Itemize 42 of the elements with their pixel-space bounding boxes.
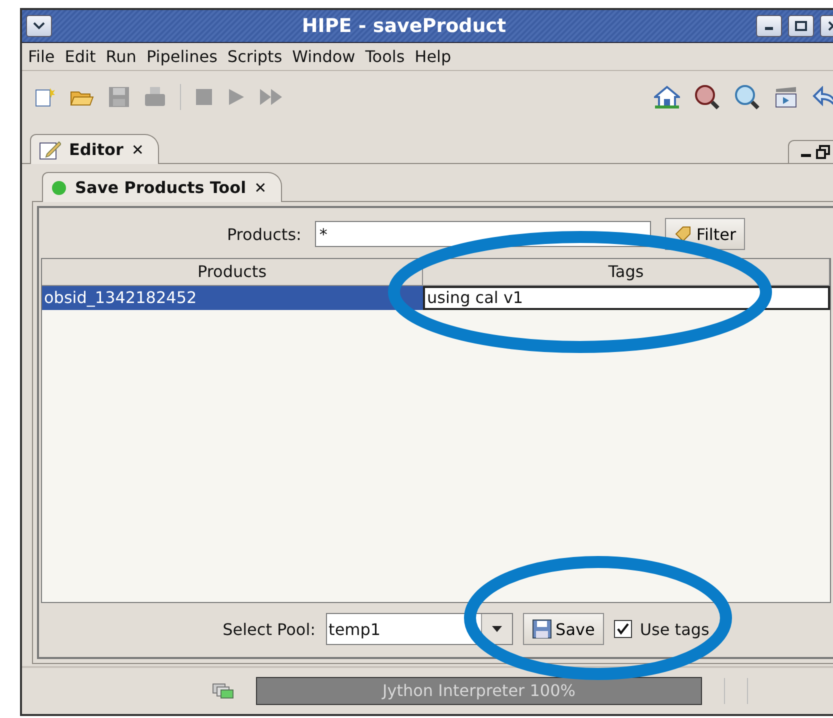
menu-item[interactable]: Scripts: [227, 47, 282, 66]
house-icon[interactable]: [654, 85, 680, 109]
menu-item[interactable]: Pipelines: [146, 47, 218, 66]
table-cell[interactable]: using cal v1: [423, 286, 830, 310]
magnifier-icon[interactable]: [694, 84, 720, 110]
menu-item[interactable]: Edit: [64, 47, 96, 66]
minimize-button[interactable]: [756, 15, 782, 37]
caret-icon: [33, 22, 45, 30]
new-file-icon[interactable]: [34, 86, 56, 108]
pool-label: Select Pool:: [222, 620, 316, 638]
status-dot-icon: [51, 180, 67, 196]
tab-label: Editor: [69, 140, 124, 159]
undo-icon[interactable]: [812, 86, 833, 108]
pool-dropdown[interactable]: temp1: [326, 613, 513, 645]
window-title: HIPE - saveProduct: [300, 15, 508, 37]
editor-tab[interactable]: Editor ✕: [30, 134, 159, 164]
menu-item[interactable]: Window: [292, 47, 356, 66]
use-tags-checkbox[interactable]: [614, 620, 632, 638]
menu-item[interactable]: Help: [414, 47, 452, 66]
tool-tab[interactable]: Save Products Tool ✕: [42, 172, 282, 202]
tab-label: Save Products Tool: [75, 178, 246, 197]
caret-icon: [492, 626, 502, 632]
close-icon[interactable]: ✕: [131, 140, 144, 158]
clapperboard-icon[interactable]: [774, 86, 798, 108]
tag-icon: [674, 226, 692, 242]
window-menu-button[interactable]: [26, 15, 52, 37]
edit-icon: [39, 138, 61, 160]
products-label: Products:: [226, 224, 302, 244]
maximize-icon: [795, 21, 807, 31]
menu-item[interactable]: File: [28, 47, 55, 66]
progress-text: Jython Interpreter 100%: [380, 680, 576, 702]
save-button[interactable]: Save: [522, 613, 604, 645]
magnifier-icon[interactable]: [734, 84, 760, 110]
menu-item[interactable]: Tools: [365, 47, 405, 66]
restore-icon[interactable]: [816, 145, 830, 159]
table-cell: obsid_1342182452: [42, 286, 423, 310]
windows-icon[interactable]: [212, 683, 234, 699]
checkbox-label: Use tags: [640, 620, 710, 638]
menu-item[interactable]: Run: [106, 47, 136, 66]
save-icon: [532, 619, 552, 639]
maximize-button[interactable]: [788, 15, 814, 37]
close-icon[interactable]: ✕: [254, 178, 267, 196]
